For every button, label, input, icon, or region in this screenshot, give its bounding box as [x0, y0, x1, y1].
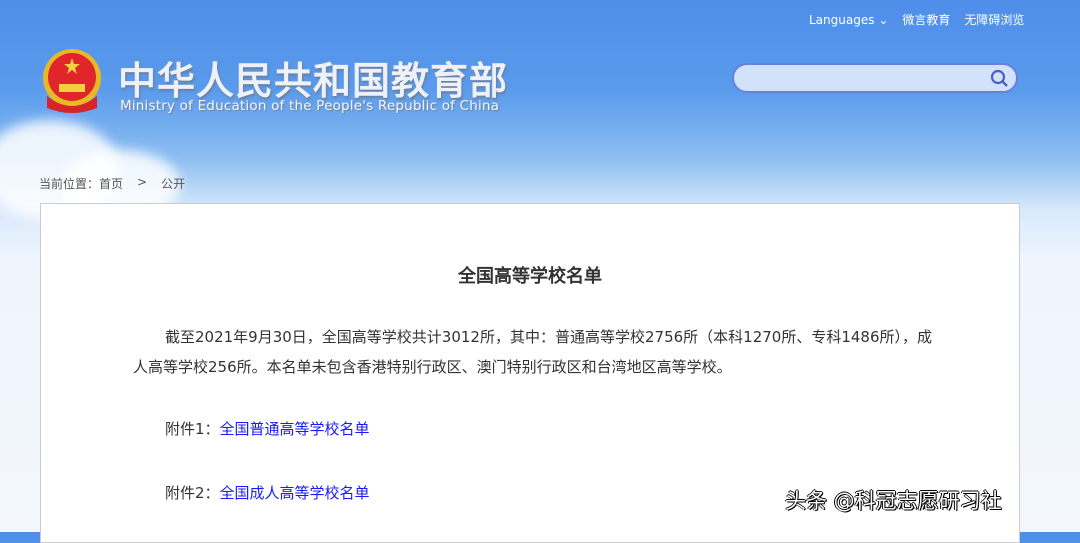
attachment-2: 附件2：全国成人高等学校名单: [165, 482, 370, 503]
breadcrumb-home[interactable]: 首页: [99, 175, 123, 192]
watermark: 头条 @科冠志愿研习社: [785, 489, 1002, 513]
breadcrumb: 当前位置： 首页 > 公开: [39, 175, 185, 192]
breadcrumb-current[interactable]: 公开: [161, 175, 185, 192]
search-icon[interactable]: [990, 69, 1010, 89]
article-title: 全国高等学校名单: [458, 266, 602, 287]
weiyan-link[interactable]: 微言教育: [902, 11, 950, 28]
attachment-1: 附件1：全国普通高等学校名单: [165, 418, 370, 439]
attachment-link[interactable]: 全国普通高等学校名单: [220, 420, 370, 438]
attachment-label: 附件1：: [165, 420, 220, 438]
site-subtitle: Ministry of Education of the People's Re…: [120, 98, 500, 114]
languages-label: Languages: [809, 12, 875, 27]
search-input[interactable]: [734, 65, 984, 91]
search-box: [732, 63, 1018, 93]
accessibility-link[interactable]: 无障碍浏览: [964, 11, 1024, 28]
chevron-down-icon: ⌄: [878, 12, 889, 27]
attachment-link[interactable]: 全国成人高等学校名单: [220, 484, 370, 502]
breadcrumb-label: 当前位置：: [39, 177, 100, 191]
national-emblem-icon: [43, 49, 101, 113]
article-paragraph: 截至2021年9月30日，全国高等学校共计3012所，其中：普通高等学校2756…: [133, 328, 933, 376]
top-nav: Languages ⌄ 微言教育 无障碍浏览: [809, 11, 1024, 28]
breadcrumb-separator: >: [137, 175, 148, 189]
attachment-label: 附件2：: [165, 484, 220, 502]
site-title: 中华人民共和国教育部: [118, 59, 509, 103]
languages-menu[interactable]: Languages ⌄: [809, 13, 888, 27]
